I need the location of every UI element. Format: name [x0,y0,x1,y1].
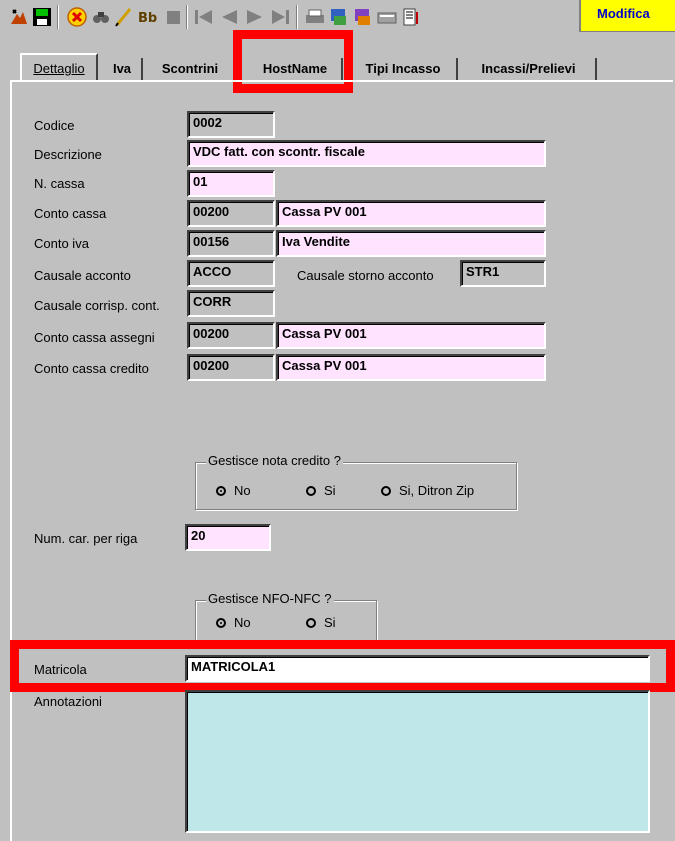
import-icon[interactable] [352,6,374,28]
descrizione-label: Descrizione [34,147,102,162]
causale-storno-label: Causale storno acconto [297,268,434,283]
conto-cassa-credito-label: Conto cassa credito [34,361,149,376]
radio-selected-icon [216,618,226,628]
radio-unselected-icon [306,486,316,496]
nota-credito-ditron-radio[interactable]: Si, Ditron Zip [381,483,474,498]
conto-iva-desc-field[interactable]: Iva Vendite [276,230,546,257]
radio-selected-icon [216,486,226,496]
causale-corrisp-field[interactable]: CORR [187,290,275,317]
radio-unselected-icon [306,618,316,628]
new-record-icon[interactable] [8,6,30,28]
conto-cassa-label: Conto cassa [34,206,107,221]
nota-credito-no-radio[interactable]: No [216,483,251,498]
nfo-nfc-group: Gestisce NFO-NFC ? No Si [195,591,377,642]
matricola-field[interactable]: MATRICOLA1 [185,655,650,682]
matricola-label: Matricola [34,662,87,677]
causale-corrisp-label: Causale corrisp. cont. [34,298,160,313]
first-record-icon[interactable] [192,6,214,28]
nfo-nfc-no-radio[interactable]: No [216,615,251,630]
conto-cassa-credito-code-field[interactable]: 00200 [187,354,275,381]
report-icon[interactable] [400,6,422,28]
nota-credito-si-radio[interactable]: Si [306,483,336,498]
tab-hostname[interactable]: HostName [249,58,343,82]
conto-cassa-desc-field[interactable]: Cassa PV 001 [276,200,546,227]
svg-text:Bb: Bb [138,11,157,26]
conto-cassa-assegni-label: Conto cassa assegni [34,330,155,345]
nfo-nfc-legend: Gestisce NFO-NFC ? [206,591,334,606]
conto-cassa-credito-desc-field[interactable]: Cassa PV 001 [276,354,546,381]
n-cassa-label: N. cassa [34,176,85,191]
conto-cassa-assegni-desc-field[interactable]: Cassa PV 001 [276,322,546,349]
stop-icon[interactable] [162,6,184,28]
nota-credito-legend: Gestisce nota credito ? [206,453,343,468]
export-icon[interactable] [328,6,350,28]
radio-unselected-icon [381,486,391,496]
toolbar: Bb Modifica [0,0,675,36]
num-car-field[interactable]: 20 [185,524,271,551]
codice-field[interactable]: 0002 [187,111,275,138]
annotazioni-textarea[interactable] [185,690,650,833]
calculator-icon[interactable] [376,6,398,28]
conto-iva-label: Conto iva [34,236,89,251]
tab-strip: Dettaglio Iva Scontrini HostName Tipi In… [0,36,675,82]
codice-label: Codice [34,118,75,133]
descrizione-field[interactable]: VDC fatt. con scontr. fiscale [187,140,546,167]
tab-tipi-incasso[interactable]: Tipi Incasso [350,58,458,82]
n-cassa-field[interactable]: 01 [187,170,275,197]
mode-badge: Modifica [579,0,675,32]
previous-record-icon[interactable] [218,6,240,28]
conto-iva-code-field[interactable]: 00156 [187,230,275,257]
tab-iva[interactable]: Iva [103,58,143,82]
causale-acconto-label: Causale acconto [34,268,131,283]
nfo-nfc-si-radio[interactable]: Si [306,615,336,630]
delete-icon[interactable] [66,6,88,28]
last-record-icon[interactable] [270,6,292,28]
next-record-icon[interactable] [244,6,266,28]
causale-storno-field[interactable]: STR1 [460,260,546,287]
save-icon[interactable] [31,6,53,28]
causale-acconto-field[interactable]: ACCO [187,260,275,287]
conto-cassa-code-field[interactable]: 00200 [187,200,275,227]
edit-pencil-icon[interactable] [113,6,135,28]
tab-incassi-prelievi[interactable]: Incassi/Prelievi [462,58,597,82]
print-icon[interactable] [304,6,326,28]
find-icon[interactable] [90,6,112,28]
tab-dettaglio[interactable]: Dettaglio [20,53,98,81]
conto-cassa-assegni-code-field[interactable]: 00200 [187,322,275,349]
binoculars-icon[interactable]: Bb [137,6,159,28]
annotazioni-label: Annotazioni [34,694,102,709]
num-car-label: Num. car. per riga [34,531,138,546]
tab-scontrini[interactable]: Scontrini [147,58,235,82]
nota-credito-group: Gestisce nota credito ? No Si Si, Ditron… [195,453,517,510]
